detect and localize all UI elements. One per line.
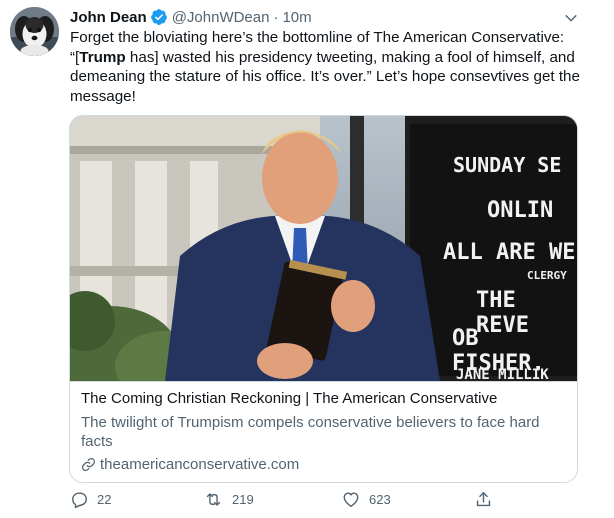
tweet[interactable]: John Dean @JohnWDean · 10m Forget the bl… bbox=[0, 0, 614, 518]
timestamp[interactable]: 10m bbox=[282, 9, 311, 26]
sign-line-1: SUNDAY SE bbox=[453, 153, 562, 177]
card-title: The Coming Christian Reckoning | The Ame… bbox=[81, 390, 498, 407]
link-preview-card[interactable]: SUNDAY SE ONLIN ALL ARE WE CLERGY THE RE… bbox=[69, 115, 578, 483]
link-icon bbox=[81, 457, 96, 472]
card-image[interactable]: SUNDAY SE ONLIN ALL ARE WE CLERGY THE RE… bbox=[70, 116, 577, 406]
like-button[interactable]: 623 bbox=[341, 490, 391, 509]
card-description: The twilight of Trumpism compels conserv… bbox=[81, 414, 540, 450]
avatar[interactable] bbox=[10, 7, 59, 56]
action-bar: 22 219 623 bbox=[60, 490, 540, 512]
display-name[interactable]: John Dean bbox=[70, 9, 147, 26]
verified-badge-icon bbox=[150, 8, 168, 26]
chevron-down-icon[interactable] bbox=[562, 9, 580, 27]
reply-icon bbox=[72, 492, 87, 509]
card-body[interactable]: The Coming Christian Reckoning | The Ame… bbox=[70, 381, 577, 482]
reply-count: 22 bbox=[97, 492, 112, 507]
tweet-text-bold: Trump bbox=[79, 48, 126, 66]
tweet-text-part2: has] wasted his presidency tweeting, mak… bbox=[70, 48, 580, 105]
like-count: 623 bbox=[369, 492, 391, 507]
handle[interactable]: @JohnWDean bbox=[172, 9, 270, 26]
like-icon bbox=[343, 492, 359, 507]
tweet-text: Forget the bloviating here’s the bottoml… bbox=[70, 28, 590, 106]
reply-button[interactable]: 22 bbox=[70, 490, 111, 509]
separator-dot: · bbox=[273, 8, 279, 26]
retweet-count: 219 bbox=[232, 492, 254, 507]
sign-line-2: ONLIN bbox=[487, 198, 554, 223]
sign-line-3: ALL ARE WE bbox=[443, 240, 576, 265]
share-button[interactable] bbox=[474, 490, 501, 509]
retweet-button[interactable]: 219 bbox=[203, 490, 254, 509]
card-domain-text: theamericanconservative.com bbox=[100, 456, 300, 473]
sign-line-4: CLERGY bbox=[527, 269, 567, 282]
retweet-icon bbox=[206, 493, 221, 506]
tweet-header: John Dean @JohnWDean · 10m bbox=[70, 6, 578, 28]
card-domain: theamericanconservative.com bbox=[81, 456, 299, 473]
dog-avatar-image bbox=[10, 7, 59, 56]
share-icon bbox=[476, 492, 491, 507]
